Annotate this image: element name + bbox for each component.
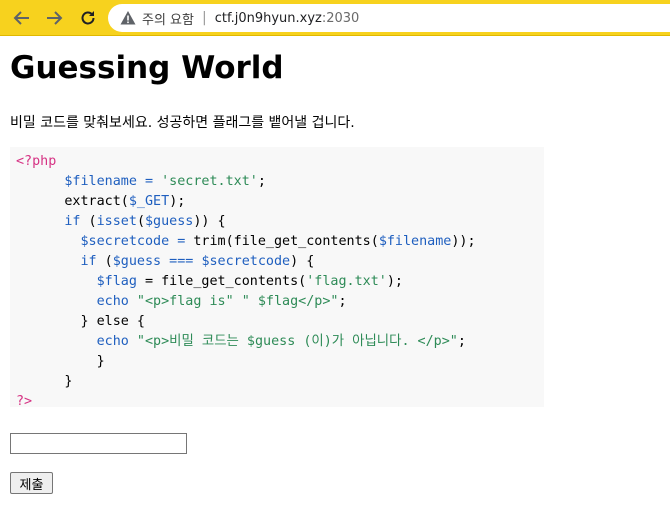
code-line: extract($_GET); [16,192,544,212]
code-token: ); [169,194,186,209]
submit-button[interactable]: 제출 [10,472,53,494]
code-token: if [64,214,81,229]
code-token: )); [451,234,476,249]
warning-icon[interactable] [120,10,136,26]
code-line: ?> [16,392,544,412]
code-token: } [96,354,105,369]
address-divider: | [201,10,207,26]
code-token: 'secret.txt' [161,174,258,189]
code-token: "<p>비밀 코드는 $guess (이)가 아닙니다. </p>" [128,334,458,349]
code-token: $_GET [128,194,170,209]
browser-toolbar: 주의 요함 | ctf.j0n9hyun.xyz:2030 [0,0,670,36]
code-token: )) { [193,214,226,229]
code-token: ); [386,274,403,289]
code-line: <?php [16,152,544,172]
code-token: $filename [378,234,452,249]
code-line: if ($guess === $secretcode) { [16,252,544,272]
code-token: 'flag.txt' [306,274,387,289]
code-token: $filename [64,174,137,189]
code-token: ( [96,254,113,269]
code-token: "<p>flag is" " $flag</p>" [128,294,339,309]
code-token: $flag [96,274,137,289]
reload-icon[interactable] [76,6,100,30]
code-line: $flag = file_get_contents('flag.txt'); [16,272,544,292]
code-line: } [16,352,544,372]
code-token: ; [338,294,347,309]
page-title: Guessing World [10,50,284,86]
code-token: = [136,174,162,189]
code-token: $guess [145,214,194,229]
code-token: } [64,374,73,389]
url-port[interactable]: :2030 [322,11,359,26]
intro-text: 비밀 코드를 맞춰보세요. 성공하면 플래그를 뱉어낼 겁니다. [10,115,355,131]
php-close-tag: ?> [16,394,33,409]
source-code-block: <?php $filename = 'secret.txt'; extract(… [10,147,544,409]
code-token: } else { [80,314,146,329]
php-open-tag: <?php [16,154,57,169]
code-line: } else { [16,312,544,332]
code-token: = [169,234,194,249]
code-line: if (isset($guess)) { [16,212,544,232]
code-token: ; [457,334,466,349]
code-token: if [80,254,97,269]
code-token: ) { [290,254,315,269]
code-token: isset [96,214,137,229]
address-bar[interactable]: 주의 요함 | ctf.j0n9hyun.xyz:2030 [108,4,670,32]
security-warning-label[interactable]: 주의 요함 [142,9,194,28]
code-token: ; [257,174,266,189]
code-token: echo [96,294,129,309]
code-token: $secretcode [201,254,291,269]
url-host[interactable]: ctf.j0n9hyun.xyz [215,11,322,26]
code-token: file_get_contents( [161,274,307,289]
code-token: $secretcode [80,234,170,249]
code-line: echo "<p>비밀 코드는 $guess (이)가 아닙니다. </p>"; [16,332,544,352]
code-line: $filename = 'secret.txt'; [16,172,544,192]
code-token: = [136,274,162,289]
code-line: echo "<p>flag is" " $flag</p>"; [16,292,544,312]
code-token: === [161,254,202,269]
guess-input[interactable] [10,433,187,454]
code-line: $secretcode = trim(file_get_contents($fi… [16,232,544,252]
code-line: } [16,372,544,392]
code-token: ( [136,214,145,229]
code-token: extract( [64,194,129,209]
back-arrow-icon[interactable] [10,6,34,30]
code-token: ( [80,214,97,229]
code-token: $guess [112,254,162,269]
forward-arrow-icon[interactable] [42,6,66,30]
code-token: trim(file_get_contents( [193,234,379,249]
code-token: echo [96,334,129,349]
